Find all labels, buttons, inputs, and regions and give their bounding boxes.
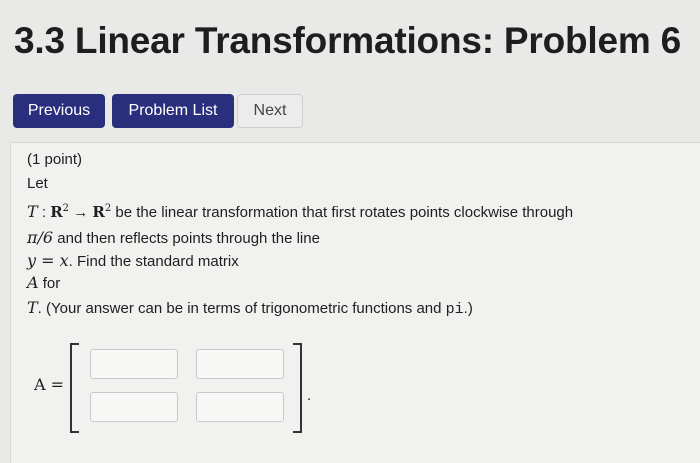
problem-list-button[interactable]: Problem List — [112, 94, 234, 128]
problem-line-5: T. (Your answer can be in terms of trigo… — [27, 298, 473, 318]
matrix-period: . — [307, 387, 312, 404]
previous-button[interactable]: Previous — [13, 94, 105, 128]
page-title: 3.3 Linear Transformations: Problem 6 — [14, 20, 682, 61]
points-label: (1 point) — [27, 151, 83, 168]
math-R: R — [50, 203, 63, 221]
matrix-label: A = — [34, 375, 65, 394]
arrow: → — [69, 204, 93, 221]
problem-line-3: y = x. Find the standard matrix — [27, 251, 239, 270]
problem-line-1: T : R2 → R2 be the linear transformation… — [27, 202, 573, 221]
problem-text: and then reflects points through the lin… — [53, 230, 320, 247]
problem-line-2: π/6 and then reflects points through the… — [27, 228, 320, 247]
matrix-entry-1-1[interactable] — [90, 349, 178, 379]
let-label: Let — [27, 175, 48, 192]
math-T: T — [27, 202, 38, 221]
problem-line-4: A for — [27, 273, 60, 292]
matrix-entry-2-1[interactable] — [90, 392, 178, 422]
problem-text: .) — [463, 300, 473, 317]
pi-code: pi — [445, 301, 464, 318]
problem-text: . (Your answer can be in terms of trigon… — [37, 300, 446, 317]
math-angle: π/6 — [27, 228, 54, 247]
matrix-entry-2-2[interactable] — [196, 392, 284, 422]
problem-text: . Find the standard matrix — [68, 253, 239, 270]
matrix-left-bracket — [70, 343, 79, 433]
next-button[interactable]: Next — [237, 94, 303, 128]
matrix-right-bracket — [293, 343, 302, 433]
math-A: A — [27, 273, 39, 292]
math-T: T — [27, 298, 38, 317]
colon: : — [37, 204, 51, 221]
math-equation: y = x — [27, 251, 69, 270]
problem-text: be the linear transformation that first … — [111, 204, 574, 221]
math-R: R — [92, 203, 105, 221]
matrix-entry-1-2[interactable] — [196, 349, 284, 379]
problem-text: for — [38, 275, 61, 292]
